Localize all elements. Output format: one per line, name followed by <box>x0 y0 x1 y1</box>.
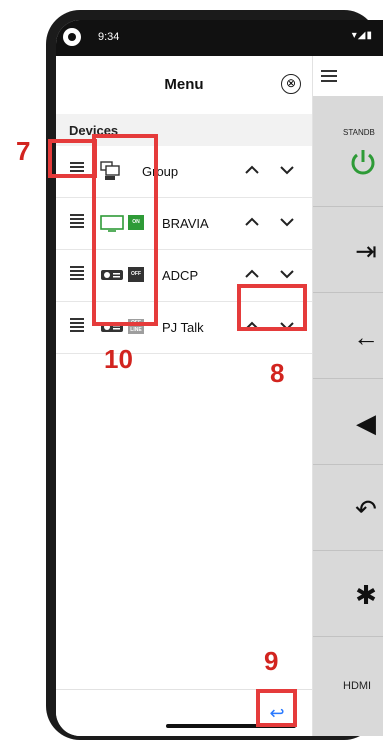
highlight-box-7 <box>48 139 97 178</box>
chevron-up-icon <box>245 217 259 226</box>
mute-button[interactable]: ✱ <box>313 550 383 637</box>
highlight-box-8 <box>237 284 307 331</box>
hdmi-button[interactable]: HDMI <box>313 636 383 722</box>
system-status-icons: ▾◢▮ <box>351 30 373 41</box>
status-time: 9:34 <box>98 31 120 43</box>
drag-handle-icon[interactable] <box>70 214 84 228</box>
hdmi-label: HDMI <box>343 680 372 692</box>
move-up-button[interactable] <box>243 265 261 283</box>
send-icon: ◀ <box>356 408 376 438</box>
left-button[interactable]: ← <box>313 292 383 379</box>
send-button[interactable]: ◀ <box>313 378 383 465</box>
move-up-button[interactable] <box>243 213 261 231</box>
device-name-bravia: BRAVIA <box>162 216 209 231</box>
standby-button[interactable]: STANDB <box>313 118 383 207</box>
highlight-box-9 <box>256 689 297 727</box>
callout-10: 10 <box>104 344 133 374</box>
close-icon: ⊗ <box>285 76 297 90</box>
chevron-down-icon <box>280 270 294 279</box>
chevron-down-icon <box>280 218 294 227</box>
device-name-adcp: ADCP <box>162 268 199 283</box>
callout-7: 7 <box>16 136 31 166</box>
move-down-button[interactable] <box>278 265 296 283</box>
input-button[interactable]: ⇥ <box>313 206 383 293</box>
move-down-button[interactable] <box>278 161 296 179</box>
left-arrow-icon: ← <box>353 322 379 352</box>
mute-icon: ✱ <box>355 580 377 610</box>
callout-9: 9 <box>264 646 279 676</box>
chevron-up-icon <box>245 269 259 278</box>
remote-panel: STANDB ⇥ ← ◀ ↶ ✱ HDMI <box>313 56 383 736</box>
remote-toolbar <box>313 56 383 96</box>
input-icon: ⇥ <box>355 236 377 266</box>
move-down-button[interactable] <box>278 213 296 231</box>
move-up-button[interactable] <box>243 161 261 179</box>
return-button[interactable]: ↶ <box>313 464 383 551</box>
hamburger-menu-icon[interactable] <box>321 70 337 82</box>
menu-header: Menu ⊗ <box>56 56 312 116</box>
power-icon <box>349 148 377 181</box>
camera-icon <box>63 28 81 46</box>
status-bar: 9:34 ▾◢▮ <box>56 20 383 56</box>
phone-screen: 9:34 ▾◢▮ Menu ⊗ Devices Group ON BRAVIA … <box>56 20 383 736</box>
close-menu-button[interactable]: ⊗ <box>281 74 301 94</box>
highlight-box-10 <box>92 134 158 326</box>
standby-label: STANDB <box>343 128 375 137</box>
menu-title: Menu <box>164 76 204 93</box>
device-name-pj-talk: PJ Talk <box>162 320 204 335</box>
chevron-up-icon <box>245 165 259 174</box>
return-icon: ↶ <box>355 494 377 524</box>
callout-8: 8 <box>270 358 285 388</box>
chevron-down-icon <box>280 166 294 175</box>
drag-handle-icon[interactable] <box>70 266 84 280</box>
drag-handle-icon[interactable] <box>70 318 84 332</box>
